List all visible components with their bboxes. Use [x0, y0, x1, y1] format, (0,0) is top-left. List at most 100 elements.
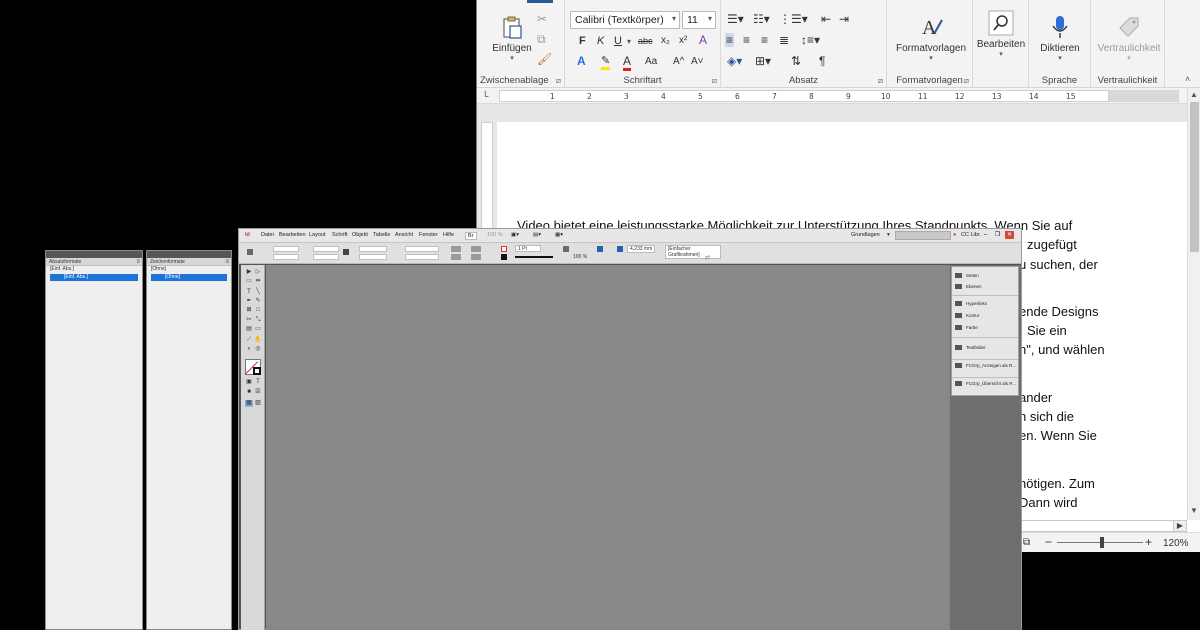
menu-item-object[interactable]: Objekt	[352, 232, 368, 238]
paragraph-style-item[interactable]: [Einf. Abs.]	[50, 274, 138, 281]
gradient-tool-icon[interactable]: ▤	[245, 326, 253, 333]
text-fields-panel-button[interactable]: Textfelder	[955, 345, 986, 351]
scale-y-field[interactable]	[359, 254, 387, 260]
cc-libraries-icon[interactable]: ●	[953, 232, 956, 238]
stroke-type-dropdown[interactable]	[515, 256, 553, 258]
clipboard-launcher-icon[interactable]: ⧄	[556, 76, 561, 86]
vertical-scrollbar[interactable]: ▲ ▼	[1187, 88, 1200, 520]
fcgrp-show-panel-button[interactable]: FCGrp_Anzeigen als R...	[955, 363, 1016, 369]
change-case-button[interactable]: Aa	[645, 55, 657, 69]
cut-icon[interactable]: ✂	[537, 12, 547, 26]
editing-button[interactable]: Bearbeiten ▾	[975, 10, 1027, 58]
opacity-field[interactable]: 100 %	[573, 254, 587, 260]
underline-button[interactable]: U	[614, 34, 622, 48]
gap-tool-icon[interactable]: ⇹	[254, 278, 262, 285]
rectangle-tool-icon[interactable]: □	[254, 307, 262, 314]
font-launcher-icon[interactable]: ⧄	[712, 76, 717, 86]
sort-icon[interactable]: ⇅	[791, 54, 801, 68]
scissors-tool-icon[interactable]: ✂	[245, 317, 253, 324]
menu-item-window[interactable]: Fenster	[419, 232, 438, 238]
stroke-swatch-icon[interactable]	[501, 254, 507, 260]
menu-item-help[interactable]: Hilfe	[443, 232, 454, 238]
type-tool-icon[interactable]: T	[245, 289, 253, 296]
zoom-slider-thumb[interactable]	[1100, 537, 1104, 548]
hand-tool-icon[interactable]: ✋	[254, 337, 262, 344]
underline-dropdown-icon[interactable]: ▾	[627, 35, 631, 49]
character-style-item[interactable]: [Ohne]	[151, 274, 227, 281]
fit-frame-icon[interactable]	[617, 246, 623, 252]
normal-view-icon[interactable]: ▦	[245, 400, 253, 407]
menu-item-table[interactable]: Tabelle	[373, 232, 390, 238]
shading-icon[interactable]: ◈▾	[727, 54, 742, 68]
scroll-up-icon[interactable]: ▲	[1190, 90, 1198, 99]
panel-header[interactable]	[147, 251, 231, 258]
multilevel-list-icon[interactable]: ⋮☰▾	[779, 12, 808, 26]
rotate-icon[interactable]	[451, 246, 461, 252]
width-field[interactable]	[313, 246, 339, 252]
formatting-text-icon[interactable]: T	[254, 379, 262, 386]
pencil-tool-icon[interactable]: ✎	[254, 298, 262, 305]
panel-options-icon[interactable]: ⇄	[705, 254, 710, 261]
arrange-icon[interactable]: ▦▾	[555, 232, 563, 238]
copy-icon[interactable]: ⧉	[537, 32, 546, 46]
align-center-icon[interactable]: ≡	[743, 33, 750, 47]
panel-tab-character-styles[interactable]: Zeichenformate	[147, 258, 231, 266]
minimize-button[interactable]: –	[981, 231, 990, 239]
layers-panel-button[interactable]: Ebenen	[955, 284, 982, 290]
workspace-switcher[interactable]: Grundlagen	[851, 232, 880, 238]
pen-tool-icon[interactable]: ✒	[245, 298, 253, 305]
text-wrap-icon[interactable]	[597, 246, 603, 252]
format-painter-icon[interactable]: 🖌	[537, 52, 552, 66]
select-content-icon[interactable]	[471, 254, 481, 260]
font-color-icon[interactable]: A	[623, 54, 632, 71]
formatting-container-icon[interactable]: ▣	[245, 379, 253, 386]
vertical-ruler[interactable]	[481, 122, 493, 242]
menu-item-view[interactable]: Ansicht	[395, 232, 413, 238]
align-left-icon[interactable]: ≡	[725, 33, 735, 47]
superscript-button[interactable]: x²	[679, 34, 687, 48]
x-position-field[interactable]	[273, 246, 299, 252]
eyedropper-tool-icon[interactable]: ⟋	[245, 337, 253, 344]
rectangle-frame-tool-icon[interactable]: ⊠	[245, 307, 253, 314]
increase-indent-icon[interactable]: ⇥	[839, 12, 849, 26]
strikethrough-button[interactable]: abc	[638, 34, 653, 48]
zoom-field[interactable]: 100 %	[487, 232, 503, 238]
paste-button[interactable]: Einfügen ▾	[487, 14, 537, 62]
horizontal-scrollbar[interactable]	[1017, 520, 1187, 532]
preview-mode-icon[interactable]: ▧	[254, 400, 262, 407]
highlight-icon[interactable]: ✎	[601, 54, 611, 70]
apply-none-icon[interactable]: ☒	[254, 389, 262, 396]
tab-selector-icon[interactable]: └	[482, 89, 488, 103]
collapse-ribbon-icon[interactable]: ˄	[1185, 72, 1190, 86]
restore-button[interactable]: ❐	[993, 231, 1002, 239]
scroll-down-icon[interactable]: ▼	[1190, 506, 1198, 515]
zoom-in-button[interactable]: +	[1145, 535, 1152, 549]
reference-point-icon[interactable]	[247, 249, 253, 255]
horizontal-ruler[interactable]: └ 1 2 3 4 5 6 7 8 9 10 11 12 13 14 15 17	[477, 88, 1187, 104]
note-tool-icon[interactable]: ▭	[254, 326, 262, 333]
page-tool-icon[interactable]: ▭	[245, 278, 253, 285]
shear-field[interactable]	[405, 254, 439, 260]
fcgrp-overview-panel-button[interactable]: FCGrp_Übersicht als R...	[955, 381, 1016, 387]
menu-item-type[interactable]: Schrift	[332, 232, 348, 238]
fill-swatch-icon[interactable]	[501, 246, 507, 252]
text-effects-icon[interactable]: A	[577, 54, 586, 68]
select-container-icon[interactable]	[471, 246, 481, 252]
web-layout-icon[interactable]: ⧉	[1023, 536, 1030, 550]
panel-header[interactable]	[46, 251, 142, 258]
direct-selection-tool-icon[interactable]: ▷	[254, 269, 262, 276]
bold-button[interactable]: F	[579, 34, 586, 48]
stock-search-input[interactable]	[895, 231, 951, 240]
hyperlinks-panel-button[interactable]: Hyperlinks	[955, 301, 987, 307]
y-position-field[interactable]	[273, 254, 299, 260]
dictate-button[interactable]: Diktieren ▾	[1033, 14, 1087, 62]
stroke-weight-field[interactable]: 1 Pt	[515, 245, 541, 252]
clear-formatting-icon[interactable]: A	[699, 33, 707, 47]
bridge-icon[interactable]: Br	[465, 232, 477, 240]
numbering-icon[interactable]: ☷▾	[753, 12, 770, 26]
object-style-dropdown[interactable]: [Einfacher Grafikrahmen]	[665, 245, 721, 259]
line-tool-icon[interactable]: ╲	[254, 289, 262, 296]
free-transform-tool-icon[interactable]: ⤡	[254, 317, 262, 324]
font-size-dropdown[interactable]: 11 ▾	[682, 11, 716, 29]
borders-icon[interactable]: ⊞▾	[755, 54, 771, 68]
